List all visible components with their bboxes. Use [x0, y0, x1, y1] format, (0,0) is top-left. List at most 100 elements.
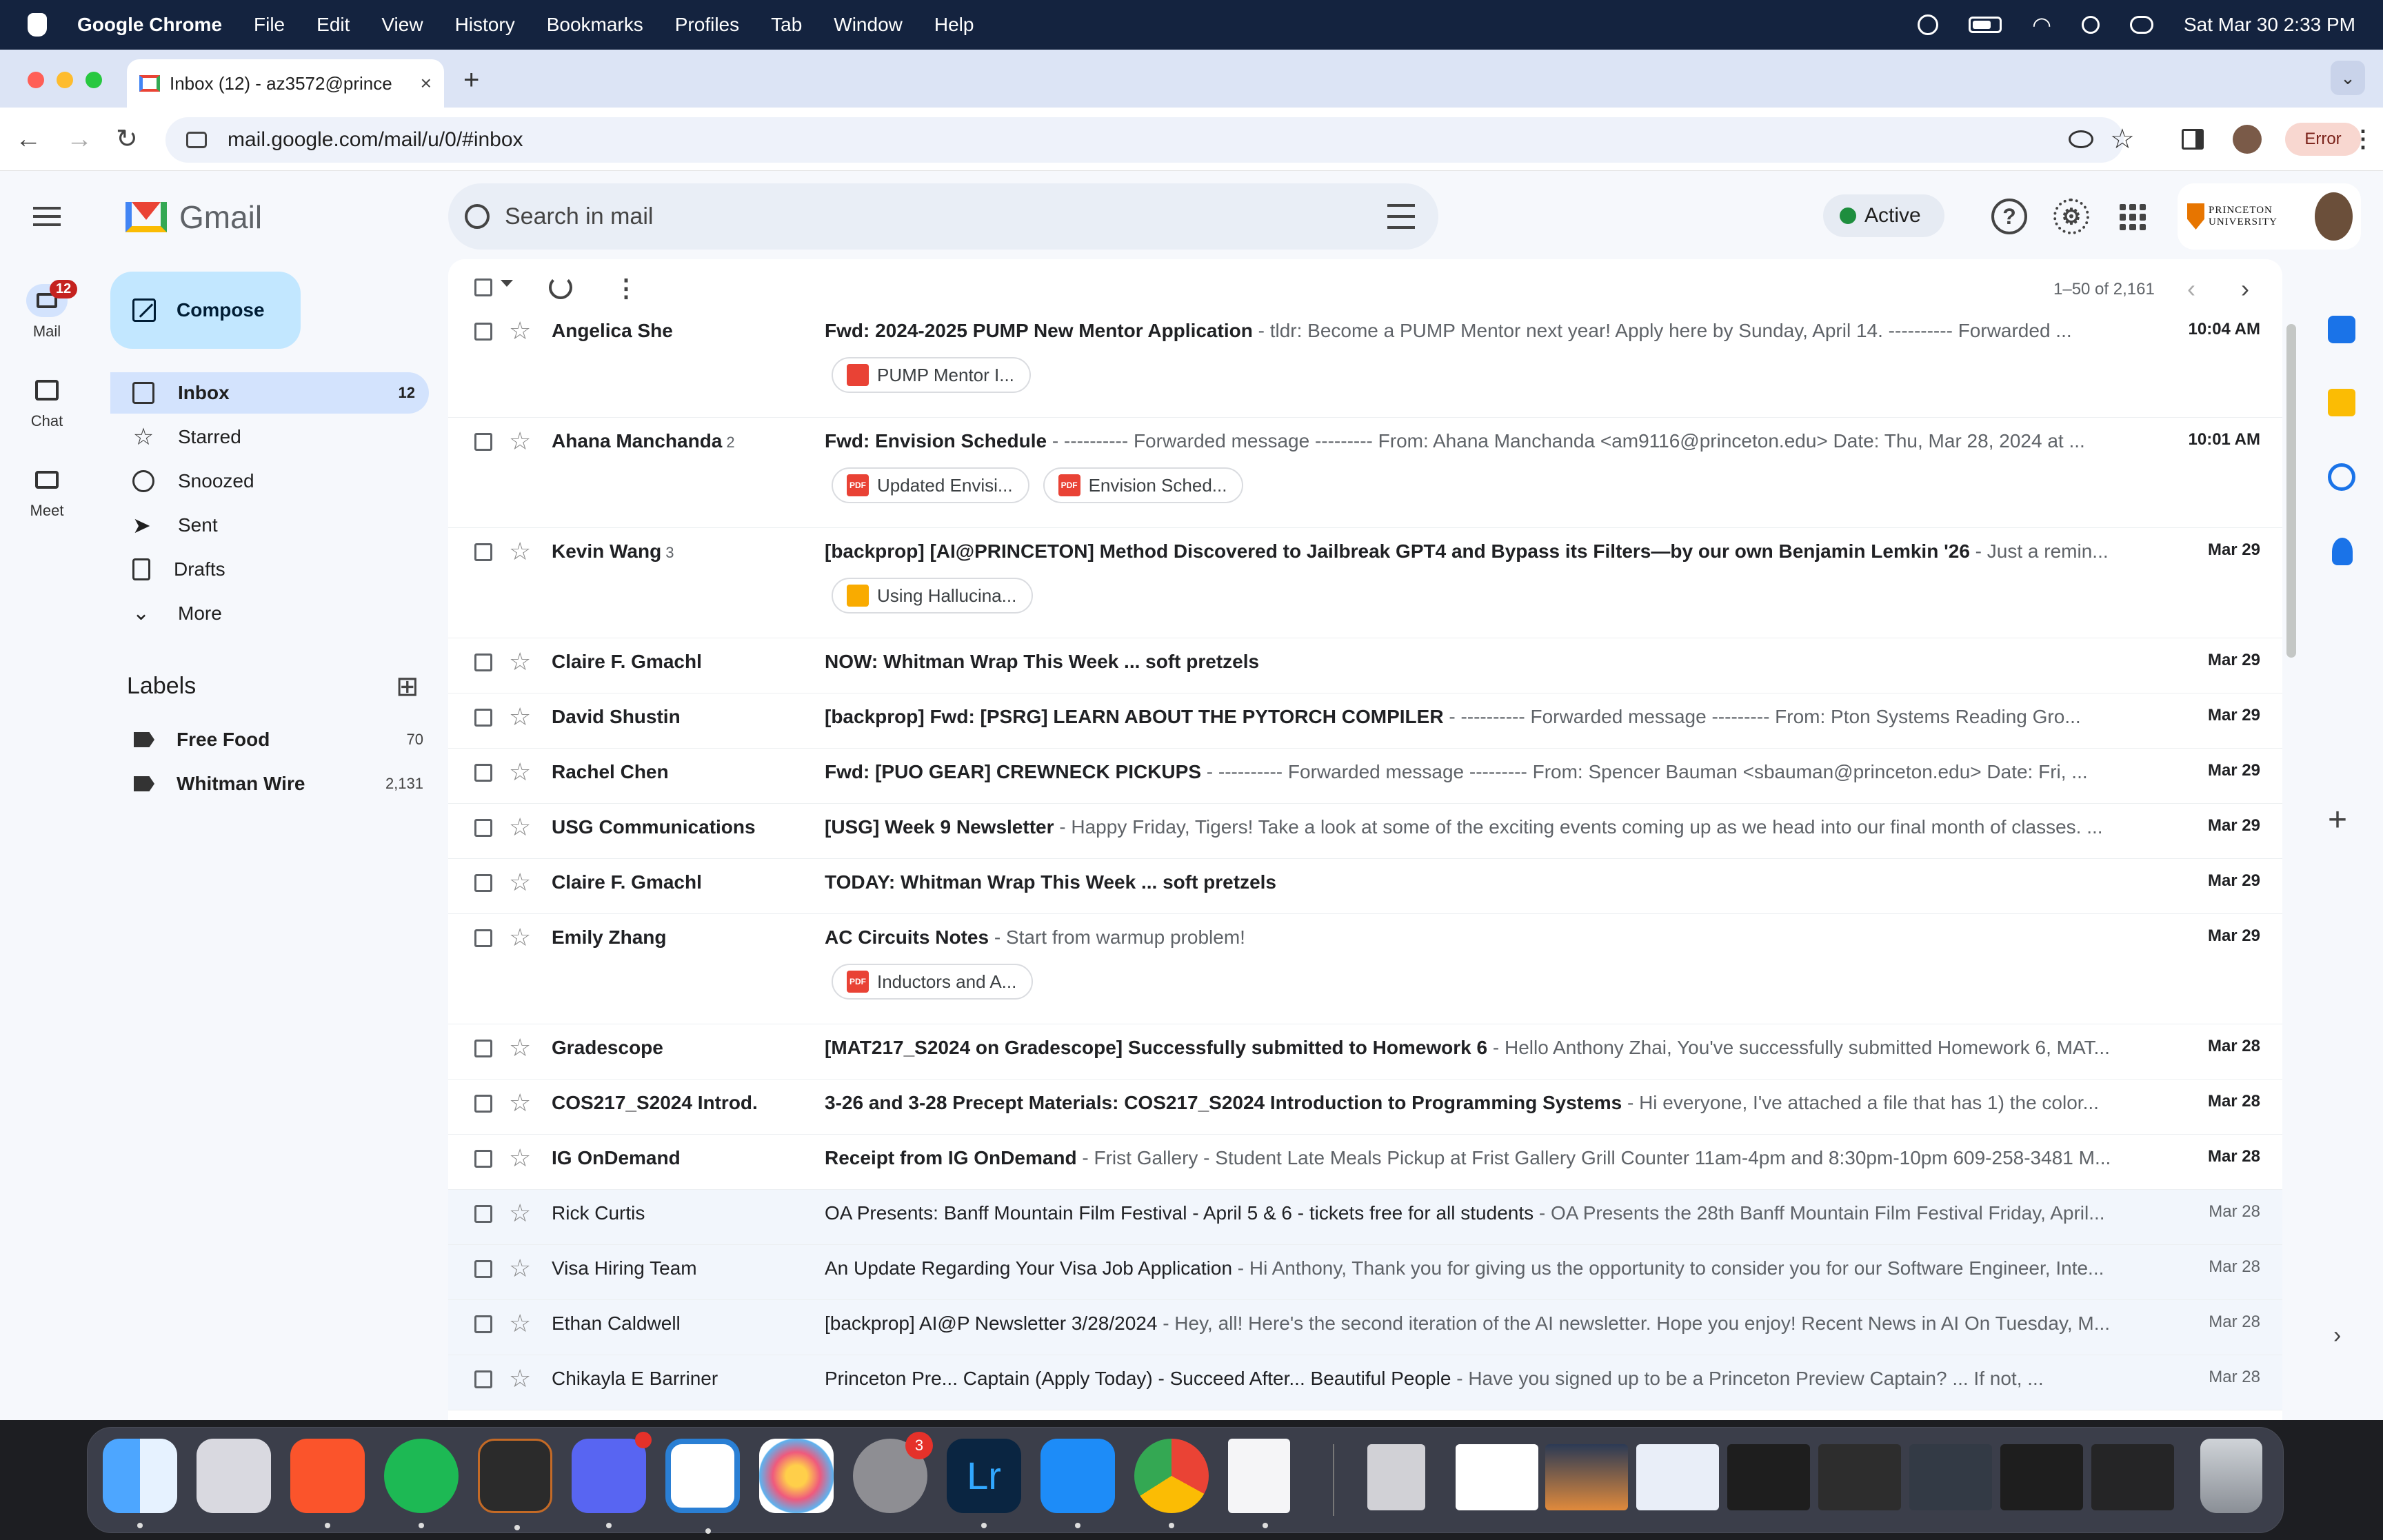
launchpad-icon[interactable]	[197, 1439, 271, 1513]
chrome-icon[interactable]	[1134, 1439, 1209, 1528]
window-close-button[interactable]	[28, 72, 44, 88]
minimized-window-thumbnail[interactable]	[1456, 1444, 1538, 1510]
spotify-icon[interactable]	[384, 1439, 459, 1528]
minimized-window-thumbnail[interactable]	[2000, 1444, 2083, 1510]
apple-logo-icon[interactable]	[28, 13, 47, 37]
app-store-icon[interactable]	[1040, 1439, 1115, 1528]
side-panel-icon[interactable]	[2182, 121, 2204, 157]
close-tab-icon[interactable]: ×	[421, 72, 432, 94]
tab-search-chevron-icon[interactable]: ⌄	[2331, 61, 2365, 95]
row-checkbox[interactable]	[474, 1370, 492, 1388]
star-icon[interactable]: ☆	[509, 1144, 531, 1172]
row-checkbox[interactable]	[474, 1040, 492, 1057]
profile-avatar[interactable]	[2233, 121, 2262, 157]
document-icon[interactable]	[1228, 1439, 1290, 1528]
system-settings-icon[interactable]: 3	[853, 1432, 933, 1513]
star-icon[interactable]: ☆	[509, 648, 531, 676]
table-row[interactable]: ☆ USG Communications [USG] Week 9 Newslett…	[448, 804, 2282, 859]
main-menu-icon[interactable]	[33, 207, 61, 226]
browser-tab-gmail[interactable]: Inbox (12) - az3572@prince ×	[127, 59, 444, 108]
profile-error-chip[interactable]: Error	[2285, 123, 2361, 156]
attachment-chip[interactable]: PDF Envision Sched...	[1043, 467, 1244, 503]
sidebar-item-drafts[interactable]: Drafts	[110, 549, 429, 590]
menu-bookmarks[interactable]: Bookmarks	[547, 14, 643, 36]
sidebar-item-inbox[interactable]: Inbox 12	[110, 372, 429, 414]
finder-icon[interactable]	[103, 1439, 177, 1528]
arc-app-icon[interactable]	[478, 1439, 552, 1530]
row-checkbox[interactable]	[474, 433, 492, 451]
star-icon[interactable]: ☆	[509, 924, 531, 951]
menu-view[interactable]: View	[381, 14, 423, 36]
row-checkbox[interactable]	[474, 764, 492, 782]
menu-tab[interactable]: Tab	[771, 14, 802, 36]
battery-icon[interactable]	[1969, 17, 2002, 33]
star-icon[interactable]: ☆	[509, 1199, 531, 1227]
table-row[interactable]: ☆ Kevin Wang 3 [backprop] [AI@PRINCETON] Me…	[448, 528, 2282, 638]
star-icon[interactable]: ☆	[509, 317, 531, 345]
row-checkbox[interactable]	[474, 1260, 492, 1278]
keep-icon[interactable]	[2328, 389, 2355, 416]
contacts-icon[interactable]	[2332, 538, 2353, 565]
minimized-window-thumbnail[interactable]	[1636, 1444, 1719, 1510]
star-icon[interactable]: ☆	[509, 1034, 531, 1062]
minimized-window-thumbnail[interactable]	[1727, 1444, 1810, 1510]
table-row[interactable]: ☆ Chikayla E Barriner Princeton Pre... Cap…	[448, 1355, 2282, 1410]
window-minimize-button[interactable]	[57, 72, 73, 88]
star-icon[interactable]: ☆	[509, 1255, 531, 1282]
compose-button[interactable]: Compose	[110, 272, 301, 349]
google-apps-grid-icon[interactable]	[2120, 204, 2146, 230]
star-icon[interactable]: ☆	[509, 703, 531, 731]
table-row[interactable]: ☆ Ahana Manchanda 2 Fwd: Envision Schedule …	[448, 418, 2282, 528]
row-checkbox[interactable]	[474, 709, 492, 727]
row-checkbox[interactable]	[474, 1150, 492, 1168]
new-tab-button[interactable]: +	[463, 65, 479, 96]
row-checkbox[interactable]	[474, 819, 492, 837]
menu-app-name[interactable]: Google Chrome	[77, 14, 222, 36]
star-icon[interactable]: ☆	[509, 1089, 531, 1117]
discord-icon[interactable]	[572, 1432, 652, 1528]
window-zoom-button[interactable]	[86, 72, 102, 88]
table-row[interactable]: ☆ Emily Zhang AC Circuits Notes - Start fr…	[448, 914, 2282, 1024]
table-row[interactable]: ☆ IG OnDemand Receipt from IG OnDemand - F…	[448, 1135, 2282, 1190]
sidebar-item-more[interactable]: ⌄ More	[110, 593, 429, 634]
row-checkbox[interactable]	[474, 323, 492, 341]
browser-menu-icon[interactable]: ⋮	[2351, 121, 2375, 157]
table-row[interactable]: ☆ Gradescope [MAT217_S2024 on Gradescope] …	[448, 1024, 2282, 1080]
select-all-checkbox[interactable]	[474, 278, 492, 296]
sidebar-item-starred[interactable]: ☆ Starred	[110, 416, 429, 458]
star-icon[interactable]: ☆	[509, 538, 531, 565]
photos-icon[interactable]	[759, 1439, 834, 1513]
extension-icon[interactable]	[2069, 121, 2093, 157]
row-checkbox[interactable]	[474, 929, 492, 947]
minimized-window-thumbnail[interactable]	[2091, 1444, 2174, 1510]
newer-chevron-right-icon[interactable]: ›	[2241, 274, 2249, 303]
star-icon[interactable]: ☆	[509, 1365, 531, 1392]
minimized-window-thumbnail[interactable]	[1909, 1444, 1992, 1510]
table-row[interactable]: ☆ Claire F. Gmachl TODAY: Whitman Wrap Thi…	[448, 859, 2282, 914]
search-icon[interactable]	[465, 204, 490, 229]
label-free-food[interactable]: Free Food 70	[134, 722, 423, 757]
vscode-icon[interactable]	[665, 1439, 740, 1534]
attachment-chip[interactable]: Using Hallucina...	[832, 578, 1034, 614]
menubar-clock[interactable]: Sat Mar 30 2:33 PM	[2184, 14, 2355, 36]
attachment-chip[interactable]: PUMP Mentor I...	[832, 357, 1031, 393]
row-checkbox[interactable]	[474, 1095, 492, 1113]
search-input[interactable]: Search in mail	[505, 203, 653, 230]
search-options-icon[interactable]	[1387, 204, 1415, 229]
reload-icon[interactable]: ↻	[116, 124, 138, 154]
table-row[interactable]: ☆ David Shustin [backprop] Fwd: [PSRG] LEA…	[448, 693, 2282, 749]
row-checkbox[interactable]	[474, 1315, 492, 1333]
create-label-plus-icon[interactable]: ⊞	[396, 673, 419, 700]
brave-browser-icon[interactable]	[290, 1439, 365, 1528]
menu-profiles[interactable]: Profiles	[675, 14, 739, 36]
star-icon[interactable]: ☆	[509, 758, 531, 786]
get-addons-plus-icon[interactable]: +	[2328, 804, 2347, 837]
url-text[interactable]: mail.google.com/mail/u/0/#inbox	[228, 128, 523, 152]
help-icon[interactable]: ?	[1991, 199, 2027, 234]
play-icon[interactable]	[1918, 14, 1939, 35]
scrollbar-thumb[interactable]	[2286, 324, 2296, 658]
star-icon[interactable]: ☆	[509, 1310, 531, 1337]
lightroom-icon[interactable]: Lr	[947, 1439, 1021, 1528]
table-row[interactable]: ☆ Angelica She Fwd: 2024-2025 PUMP New Men…	[448, 307, 2282, 418]
wifi-icon[interactable]: ◠	[2032, 12, 2051, 38]
